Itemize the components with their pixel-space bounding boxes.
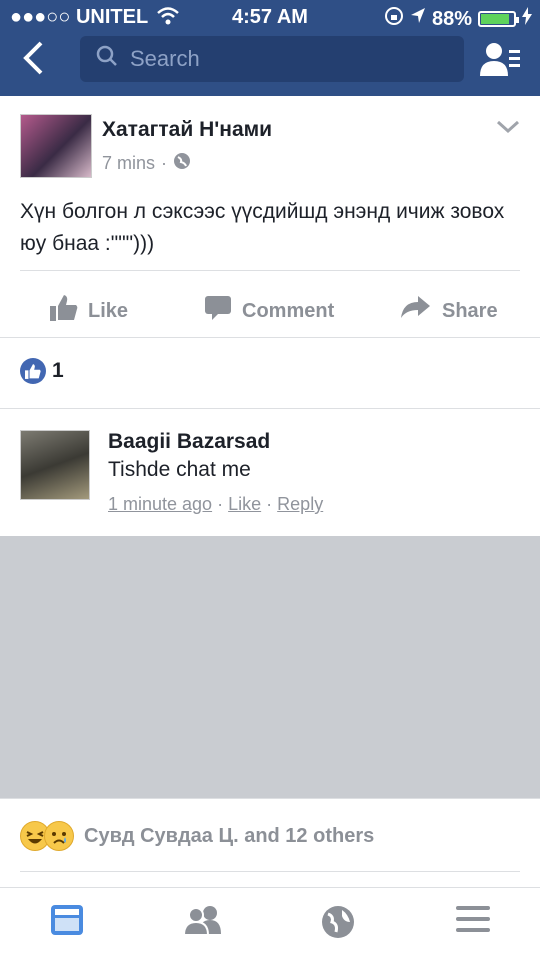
meta-separator: ·	[161, 153, 168, 173]
comment-text: Tishde chat me	[108, 458, 251, 481]
friend-requests-button[interactable]	[480, 42, 522, 83]
tab-notifications-globe[interactable]	[320, 904, 356, 945]
charging-icon	[522, 7, 532, 31]
share-arrow-icon	[400, 296, 432, 326]
status-right: 88%	[384, 6, 532, 32]
tab-menu[interactable]	[456, 904, 490, 939]
like-reaction-icon	[20, 358, 46, 384]
like-label: Like	[88, 299, 129, 322]
commenter-avatar[interactable]	[20, 430, 90, 500]
comment-meta: 1 minute ago · Like · Reply	[108, 494, 323, 515]
post-time[interactable]: 7 mins	[102, 153, 155, 174]
comment-time[interactable]: 1 minute ago	[108, 494, 212, 514]
sad-emoji-icon	[44, 821, 74, 851]
globe-icon	[173, 152, 191, 175]
tab-news-feed[interactable]	[50, 904, 84, 941]
rotation-lock-icon	[384, 6, 404, 32]
comment-label: Comment	[242, 299, 335, 322]
divider	[0, 408, 540, 409]
dimmed-area	[0, 536, 540, 798]
battery-icon	[478, 11, 519, 27]
divider	[20, 871, 520, 872]
nav-row: Search	[0, 34, 540, 94]
share-label: Share	[442, 299, 498, 322]
status-bar: ●●●○○ UNITEL 4:57 AM 88%	[0, 0, 540, 34]
share-button[interactable]: Share	[400, 286, 498, 336]
thumbs-up-icon	[50, 295, 78, 327]
reaction-summary[interactable]: 1	[20, 358, 64, 384]
post-author[interactable]: Хатагтай Н'нами	[102, 118, 272, 142]
reactors-text: Сувд Сувдаа Ц. and 12 others	[84, 824, 375, 847]
reactors-summary[interactable]: Сувд Сувдаа Ц. and 12 others	[20, 821, 374, 851]
top-bar: ●●●○○ UNITEL 4:57 AM 88% Search	[0, 0, 540, 96]
post-actions: Like Comment Share	[0, 286, 540, 336]
like-count: 1	[52, 359, 64, 382]
post-meta: 7 mins ·	[102, 152, 191, 175]
divider	[20, 270, 520, 271]
comment-separator: ·	[217, 494, 224, 514]
comment-reply-link[interactable]: Reply	[277, 494, 323, 514]
location-icon	[410, 7, 426, 31]
search-placeholder: Search	[130, 46, 200, 71]
comment-icon	[204, 295, 232, 327]
comment-author[interactable]: Baagii Bazarsad	[108, 430, 270, 454]
comment-like-link[interactable]: Like	[228, 494, 261, 514]
author-avatar[interactable]	[20, 114, 92, 178]
search-input[interactable]: Search	[80, 36, 464, 82]
post-options-chevron-icon[interactable]	[496, 120, 520, 139]
tab-friends[interactable]	[182, 904, 223, 941]
like-button[interactable]: Like	[50, 286, 128, 336]
post-card: Хатагтай Н'нами 7 mins · Хүн болгон л сэ…	[0, 96, 540, 536]
bottom-panel: Сувд Сувдаа Ц. and 12 others	[0, 798, 540, 961]
battery-percent: 88%	[431, 7, 472, 30]
search-icon	[96, 45, 118, 73]
back-button[interactable]	[22, 40, 44, 83]
tab-bar	[0, 887, 540, 962]
post-text: Хүн болгон л сэксээс үүсдийшд энэнд ичиж…	[20, 200, 505, 255]
divider	[0, 337, 540, 338]
comment-separator: ·	[266, 494, 273, 514]
comment-button[interactable]: Comment	[204, 286, 334, 336]
